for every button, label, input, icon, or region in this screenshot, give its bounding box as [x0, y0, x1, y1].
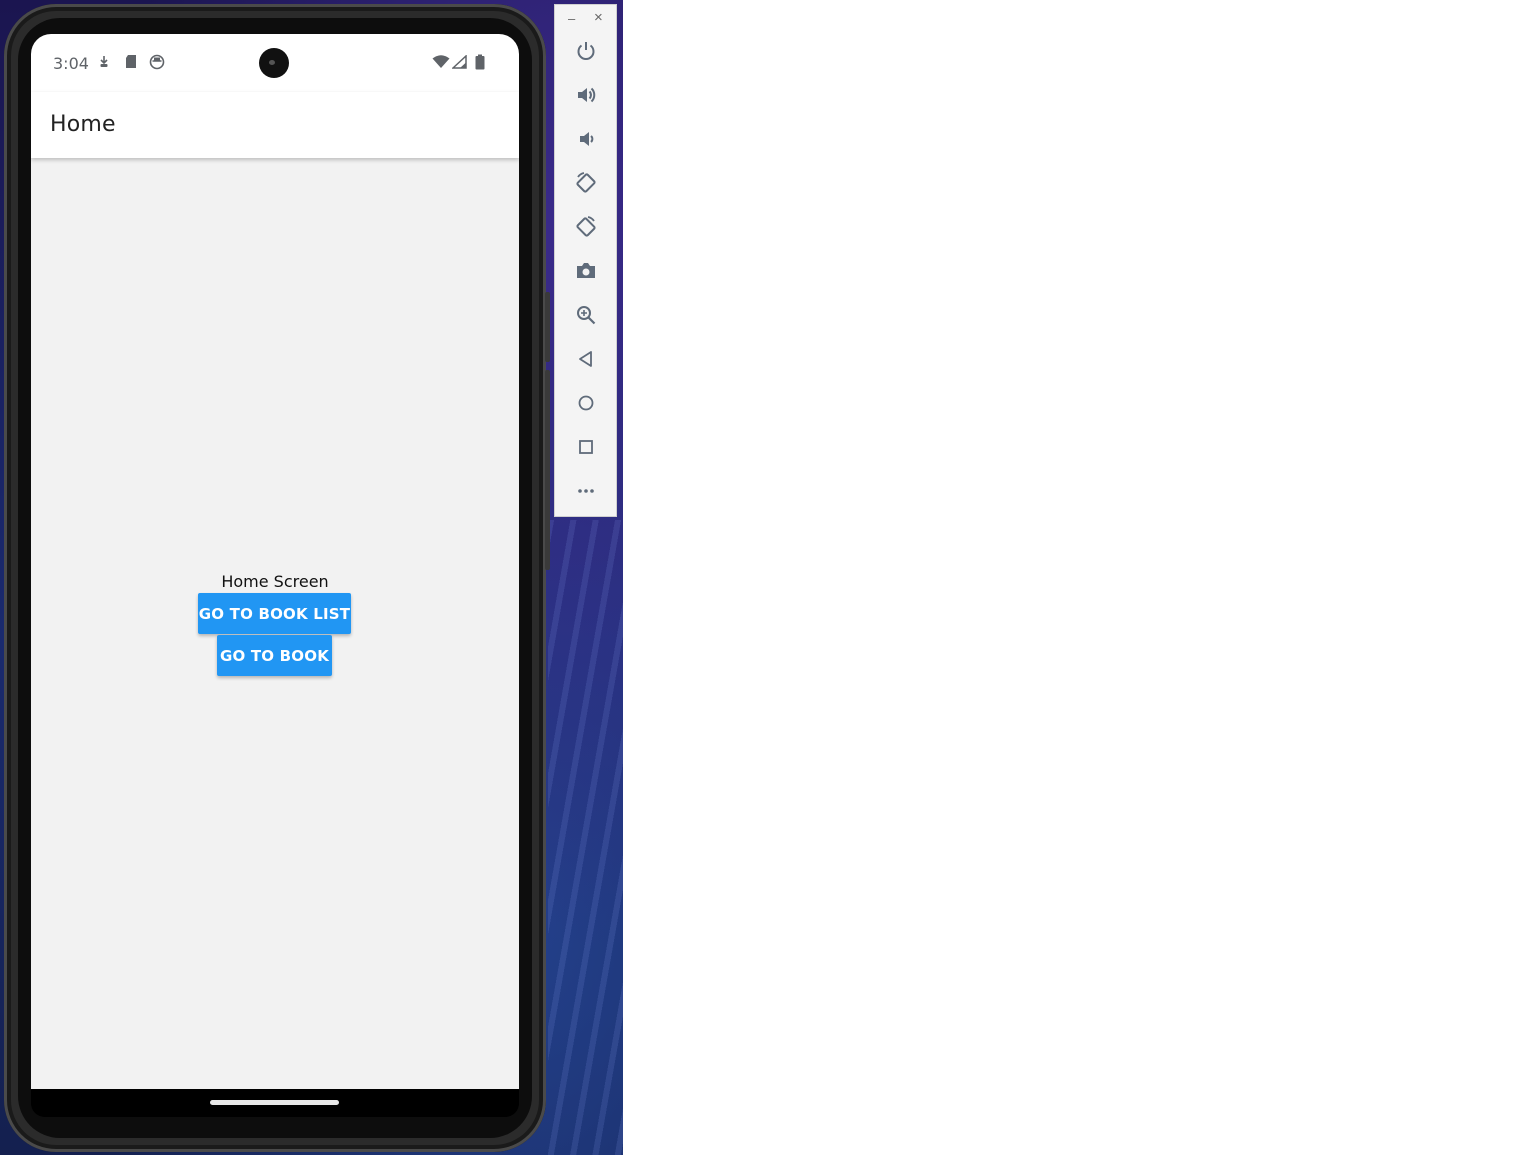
battery-icon [475, 54, 485, 75]
phone-power-key [545, 292, 550, 362]
app-notification-icon [149, 54, 165, 75]
volume-down-icon[interactable] [571, 124, 601, 154]
wifi-icon [432, 55, 450, 74]
navigation-area [31, 1089, 519, 1117]
gesture-handle[interactable] [210, 1100, 339, 1105]
go-to-book-button[interactable]: GO TO BOOK [217, 635, 332, 676]
more-icon[interactable] [571, 476, 601, 506]
device-screen: 3:04 Home Home Screen GO TO BOOK LIST GO… [31, 34, 519, 1117]
desktop-wallpaper-detail [548, 520, 623, 1155]
main-content: Home Screen GO TO BOOK LIST GO TO BOOK [31, 158, 519, 1089]
status-time: 3:04 [53, 54, 89, 73]
cell-signal-icon [451, 54, 468, 74]
status-bar: 3:04 [31, 34, 519, 92]
close-button[interactable]: × [594, 9, 603, 26]
volume-up-icon[interactable] [571, 80, 601, 110]
home-icon[interactable] [571, 388, 601, 418]
back-icon[interactable] [571, 344, 601, 374]
sd-card-icon [125, 54, 137, 74]
page-title: Home [50, 112, 116, 137]
rotate-left-icon[interactable] [571, 168, 601, 198]
minimize-button[interactable]: – [568, 11, 575, 26]
front-camera [259, 48, 289, 78]
power-icon[interactable] [571, 36, 601, 66]
app-bar: Home [31, 92, 519, 158]
overview-icon[interactable] [571, 432, 601, 462]
go-to-book-list-button[interactable]: GO TO BOOK LIST [198, 593, 351, 634]
download-icon [99, 54, 109, 75]
emulator-toolbar: – × [554, 4, 617, 517]
home-screen-label: Home Screen [221, 572, 329, 591]
rotate-right-icon[interactable] [571, 212, 601, 242]
zoom-icon[interactable] [571, 300, 601, 330]
phone-volume-key [545, 370, 550, 570]
camera-icon[interactable] [571, 256, 601, 286]
